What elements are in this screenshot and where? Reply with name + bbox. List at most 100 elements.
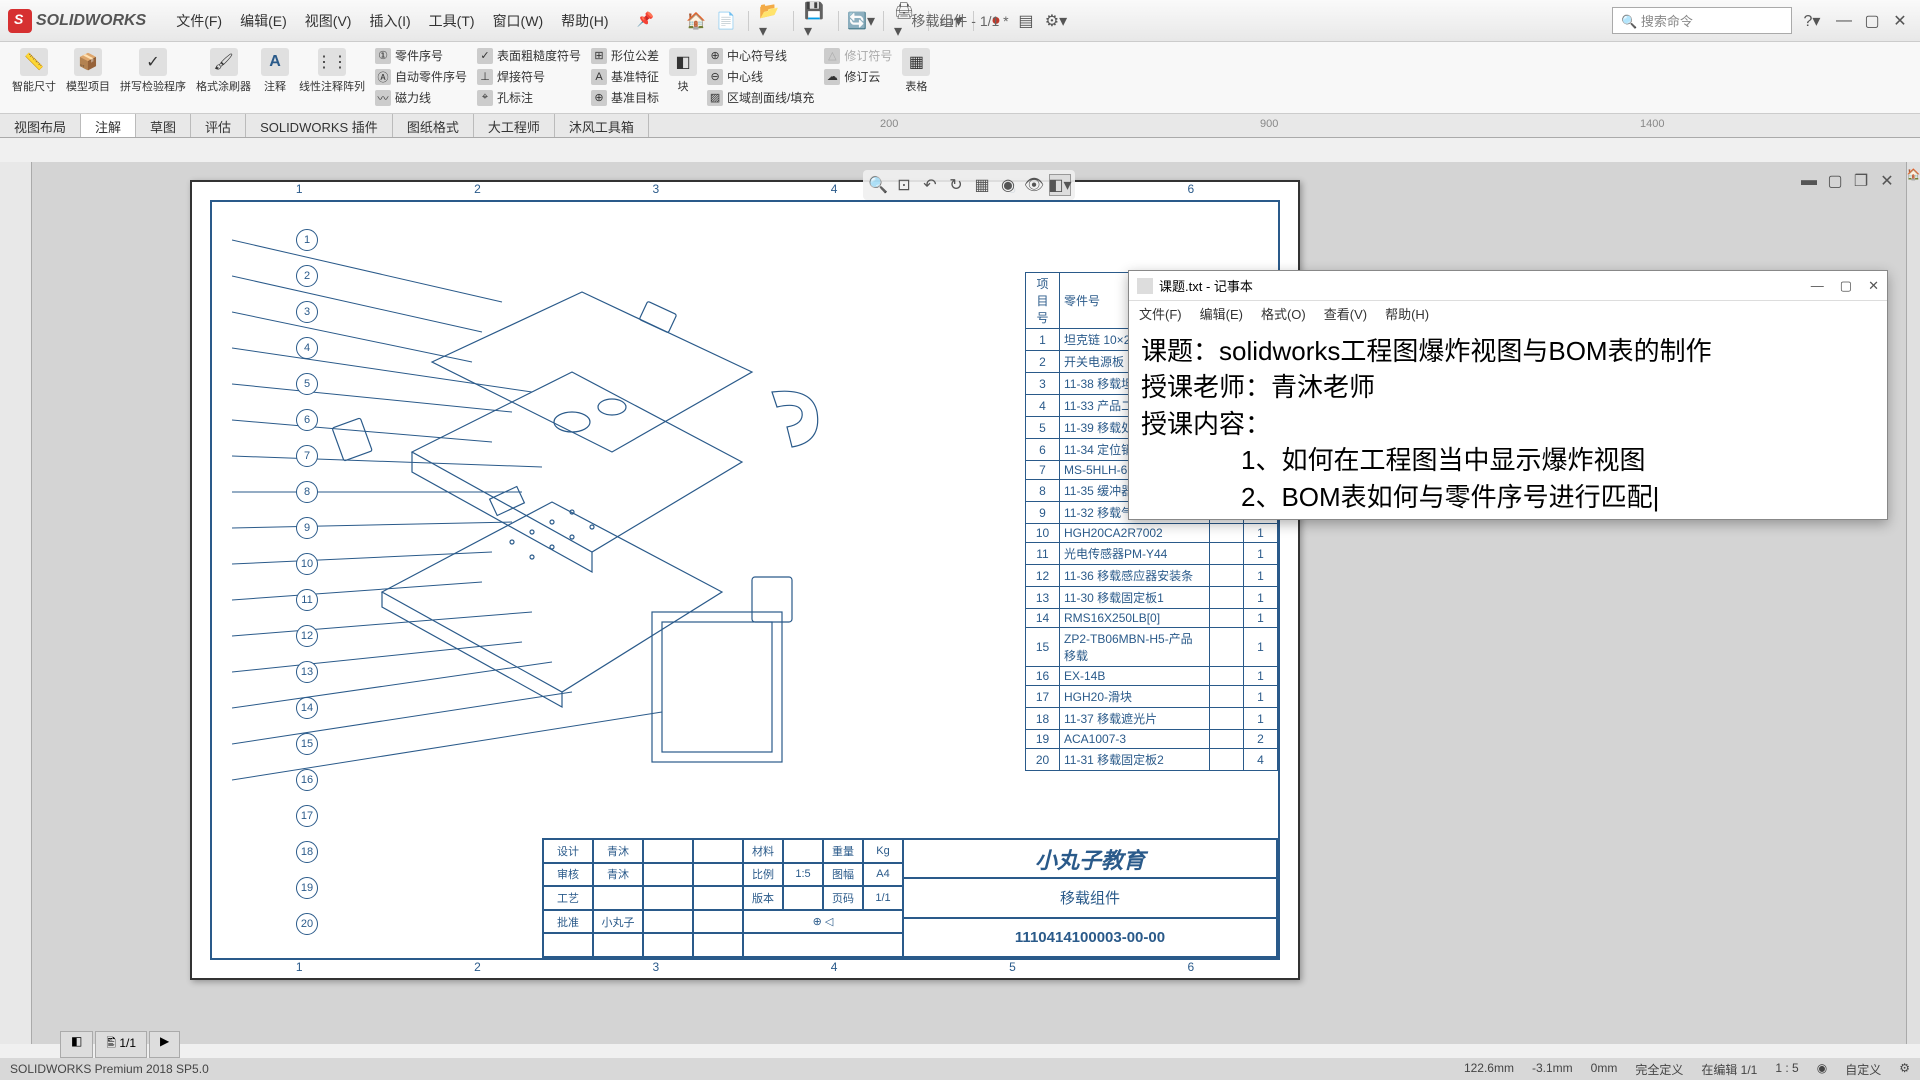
menu-view[interactable]: 视图(V) (305, 11, 352, 31)
center-mark-button[interactable]: ⊕中心符号线 (703, 46, 818, 65)
search-input[interactable]: 🔍 搜索命令 (1612, 7, 1792, 34)
bom-row[interactable]: 16EX-14B1 (1026, 667, 1278, 686)
tab-sketch[interactable]: 草图 (136, 114, 191, 137)
tab-annotation[interactable]: 注解 (81, 114, 136, 137)
bom-row[interactable]: 1311-30 移载固定板11 (1026, 587, 1278, 609)
balloon-5[interactable]: 5 (296, 373, 318, 395)
format-painter-button[interactable]: 🖌格式涂刷器 (192, 46, 255, 109)
tab-sheet-format[interactable]: 图纸格式 (393, 114, 474, 137)
close-icon[interactable]: ✕ (1888, 9, 1912, 33)
np-menu-format[interactable]: 格式(O) (1261, 304, 1306, 323)
hide-show-icon[interactable]: 👁 (1023, 174, 1045, 196)
open-icon[interactable]: 📂▾ (759, 9, 783, 33)
notepad-titlebar[interactable]: 课题.txt - 记事本 — ▢ ✕ (1129, 271, 1887, 301)
pin-icon[interactable]: 📌 (637, 11, 654, 31)
tab-large-engineer[interactable]: 大工程师 (474, 114, 555, 137)
pane-home-icon[interactable]: 🏠 (1907, 168, 1920, 181)
bom-row[interactable]: 10HGH20CA2R70021 (1026, 524, 1278, 543)
balloon-8[interactable]: 8 (296, 481, 318, 503)
auto-balloon-button[interactable]: Ⓐ自动零件序号 (371, 67, 471, 86)
rotate-icon[interactable]: ↻ (945, 174, 967, 196)
balloon-11[interactable]: 11 (296, 589, 318, 611)
balloon-7[interactable]: 7 (296, 445, 318, 467)
balloon-18[interactable]: 18 (296, 841, 318, 863)
window-min-icon[interactable]: ▬ (1798, 170, 1820, 192)
bom-row[interactable]: 11光电传感器PM-Y441 (1026, 543, 1278, 565)
np-minimize-icon[interactable]: — (1811, 278, 1824, 294)
revision-symbol-button[interactable]: △修订符号 (820, 46, 896, 65)
spell-check-button[interactable]: ✓拼写检验程序 (116, 46, 190, 109)
bom-row[interactable]: 14RMS16X250LB[0]1 (1026, 609, 1278, 628)
window-restore-icon[interactable]: ❐ (1850, 170, 1872, 192)
bom-row[interactable]: 17HGH20-滑块1 (1026, 686, 1278, 708)
datum-feature-button[interactable]: A基准特征 (587, 67, 663, 86)
menu-file[interactable]: 文件(F) (176, 11, 222, 31)
balloon-13[interactable]: 13 (296, 661, 318, 683)
model-items-button[interactable]: 📦模型项目 (62, 46, 114, 109)
bom-row[interactable]: 1211-36 移载感应器安装条1 (1026, 565, 1278, 587)
sheet-tab-1[interactable]: 🖺 1/1 (95, 1031, 147, 1058)
balloon-10[interactable]: 10 (296, 553, 318, 575)
balloon-19[interactable]: 19 (296, 877, 318, 899)
weld-symbol-button[interactable]: ⊥焊接符号 (473, 67, 585, 86)
menu-insert[interactable]: 插入(I) (369, 11, 410, 31)
balloon-1[interactable]: 1 (296, 229, 318, 251)
home-icon[interactable]: 🏠 (684, 9, 708, 33)
tab-view-layout[interactable]: 视图布局 (0, 114, 81, 137)
np-menu-edit[interactable]: 编辑(E) (1200, 304, 1243, 323)
balloon-14[interactable]: 14 (296, 697, 318, 719)
geometric-tolerance-button[interactable]: ⊞形位公差 (587, 46, 663, 65)
balloon-16[interactable]: 16 (296, 769, 318, 791)
np-menu-help[interactable]: 帮助(H) (1385, 304, 1429, 323)
menu-window[interactable]: 窗口(W) (493, 11, 544, 31)
display-icon[interactable]: ▦ (971, 174, 993, 196)
reload-icon[interactable]: 🔄▾ (849, 9, 873, 33)
revision-cloud-button[interactable]: ☁修订云 (820, 67, 896, 86)
prev-view-icon[interactable]: ↶ (919, 174, 941, 196)
np-close-icon[interactable]: ✕ (1868, 278, 1879, 294)
tab-mufeng[interactable]: 沐风工具箱 (555, 114, 649, 137)
bom-row[interactable]: 2011-31 移载固定板24 (1026, 749, 1278, 771)
help-icon[interactable]: ?▾ (1800, 9, 1824, 33)
zoom-fit-icon[interactable]: 🔍 (867, 174, 889, 196)
tab-addins[interactable]: SOLIDWORKS 插件 (246, 114, 393, 137)
balloon-4[interactable]: 4 (296, 337, 318, 359)
smart-dimension-button[interactable]: 📏智能尺寸 (8, 46, 60, 109)
surface-finish-button[interactable]: ✓表面粗糙度符号 (473, 46, 585, 65)
notepad-window[interactable]: 课题.txt - 记事本 — ▢ ✕ 文件(F) 编辑(E) 格式(O) 查看(… (1128, 270, 1888, 520)
next-sheet-icon[interactable]: ▶ (149, 1031, 180, 1058)
status-ball-icon[interactable]: ◉ (1817, 1061, 1827, 1078)
balloon-9[interactable]: 9 (296, 517, 318, 539)
linear-pattern-button[interactable]: ⋮⋮线性注释阵列 (295, 46, 369, 109)
menu-tools[interactable]: 工具(T) (429, 11, 475, 31)
balloon-6[interactable]: 6 (296, 409, 318, 431)
status-zoom[interactable]: 自定义 (1845, 1061, 1881, 1078)
balloon-20[interactable]: 20 (296, 913, 318, 935)
title-block[interactable]: 设计青沐 审核青沐 工艺 批准小丸子 材料重量Kg 比例1:5图幅A4 版本页码… (542, 838, 1278, 958)
display-style-icon[interactable]: ◉ (997, 174, 1019, 196)
status-scale[interactable]: 1 : 5 (1775, 1061, 1798, 1078)
settings-icon[interactable]: ⚙▾ (1044, 9, 1068, 33)
side-task-pane[interactable]: 🏠 (1906, 162, 1920, 1044)
balloon-12[interactable]: 12 (296, 625, 318, 647)
balloon-17[interactable]: 17 (296, 805, 318, 827)
hole-callout-button[interactable]: ⌖孔标注 (473, 88, 585, 107)
notepad-content[interactable]: 课题：solidworks工程图爆炸视图与BOM表的制作 授课老师：青沐老师 授… (1129, 325, 1887, 523)
np-menu-file[interactable]: 文件(F) (1139, 304, 1182, 323)
save-icon[interactable]: 💾▾ (804, 9, 828, 33)
bom-row[interactable]: 1811-37 移载遮光片1 (1026, 708, 1278, 730)
tables-button[interactable]: ▦表格 (898, 46, 934, 109)
bom-row[interactable]: 15ZP2-TB06MBN-H5-产品移载1 (1026, 628, 1278, 667)
minimize-icon[interactable]: — (1832, 9, 1856, 33)
np-menu-view[interactable]: 查看(V) (1324, 304, 1367, 323)
np-maximize-icon[interactable]: ▢ (1840, 278, 1852, 294)
maximize-icon[interactable]: ▢ (1860, 9, 1884, 33)
status-gear-icon[interactable]: ⚙ (1899, 1061, 1910, 1078)
tab-evaluate[interactable]: 评估 (191, 114, 246, 137)
menu-edit[interactable]: 编辑(E) (240, 11, 287, 31)
window-close-icon[interactable]: ✕ (1876, 170, 1898, 192)
exploded-view[interactable]: 1 2 3 4 5 6 7 8 9 10 11 12 13 14 15 16 1… (232, 212, 872, 792)
datum-target-button[interactable]: ⊕基准目标 (587, 88, 663, 107)
note-button[interactable]: A注释 (257, 46, 293, 109)
new-icon[interactable]: 📄 (714, 9, 738, 33)
